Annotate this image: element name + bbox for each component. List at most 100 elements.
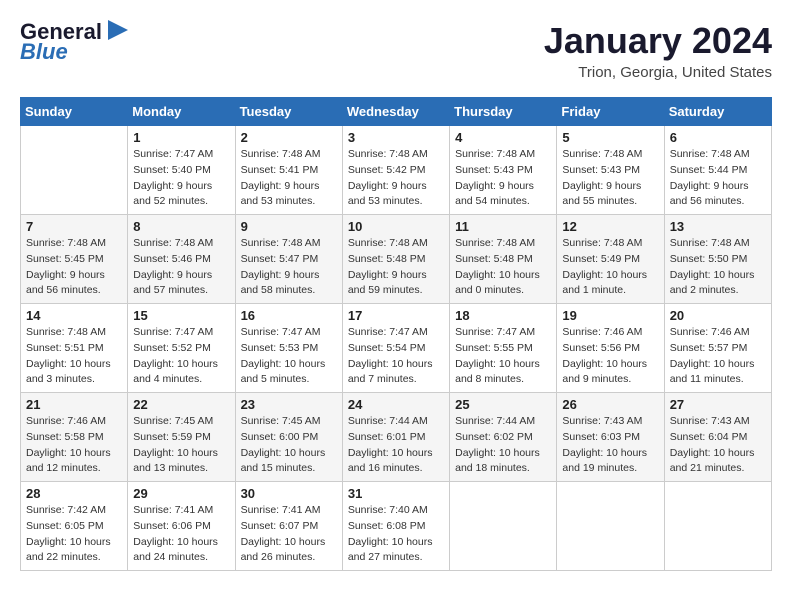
day-info: Sunrise: 7:48 AMSunset: 5:44 PMDaylight:… [670, 147, 766, 210]
day-number: 19 [562, 308, 658, 323]
day-number: 7 [26, 219, 122, 234]
calendar-cell: 25 Sunrise: 7:44 AMSunset: 6:02 PMDayligh… [450, 393, 557, 482]
calendar-cell: 28 Sunrise: 7:42 AMSunset: 6:05 PMDayligh… [21, 482, 128, 571]
weekday-header: Wednesday [342, 98, 449, 126]
calendar-cell: 21 Sunrise: 7:46 AMSunset: 5:58 PMDayligh… [21, 393, 128, 482]
calendar-cell: 23 Sunrise: 7:45 AMSunset: 6:00 PMDayligh… [235, 393, 342, 482]
calendar-cell [664, 482, 771, 571]
day-info: Sunrise: 7:48 AMSunset: 5:47 PMDaylight:… [241, 236, 337, 299]
calendar-cell: 8 Sunrise: 7:48 AMSunset: 5:46 PMDaylight… [128, 215, 235, 304]
day-number: 26 [562, 397, 658, 412]
day-info: Sunrise: 7:48 AMSunset: 5:43 PMDaylight:… [455, 147, 551, 210]
month-title: January 2024 [544, 20, 772, 62]
day-number: 20 [670, 308, 766, 323]
day-number: 4 [455, 130, 551, 145]
page-header: General Blue January 2024 Trion, Georgia… [20, 20, 772, 81]
day-number: 2 [241, 130, 337, 145]
calendar-cell: 18Sunrise: 7:47 AMSunset: 5:55 PMDayligh… [450, 304, 557, 393]
day-info: Sunrise: 7:46 AMSunset: 5:56 PMDaylight:… [562, 325, 658, 388]
day-number: 31 [348, 486, 444, 501]
day-info: Sunrise: 7:45 AMSunset: 5:59 PMDaylight:… [133, 414, 229, 477]
day-info: Sunrise: 7:46 AMSunset: 5:58 PMDaylight:… [26, 414, 122, 477]
day-info: Sunrise: 7:42 AMSunset: 6:05 PMDaylight:… [26, 503, 122, 566]
day-info: Sunrise: 7:47 AMSunset: 5:40 PMDaylight:… [133, 147, 229, 210]
calendar-header-row: SundayMondayTuesdayWednesdayThursdayFrid… [21, 98, 772, 126]
logo-arrow-icon [104, 16, 132, 44]
day-number: 15 [133, 308, 229, 323]
day-number: 9 [241, 219, 337, 234]
calendar-cell: 20 Sunrise: 7:46 AMSunset: 5:57 PMDayligh… [664, 304, 771, 393]
calendar-cell: 7 Sunrise: 7:48 AMSunset: 5:45 PMDaylight… [21, 215, 128, 304]
calendar-cell: 1Sunrise: 7:47 AMSunset: 5:40 PMDaylight… [128, 126, 235, 215]
calendar-cell: 27Sunrise: 7:43 AMSunset: 6:04 PMDayligh… [664, 393, 771, 482]
day-number: 3 [348, 130, 444, 145]
day-number: 30 [241, 486, 337, 501]
calendar-cell: 26 Sunrise: 7:43 AMSunset: 6:03 PMDayligh… [557, 393, 664, 482]
logo: General Blue [20, 20, 132, 64]
calendar-cell: 4 Sunrise: 7:48 AMSunset: 5:43 PMDaylight… [450, 126, 557, 215]
day-info: Sunrise: 7:45 AMSunset: 6:00 PMDaylight:… [241, 414, 337, 477]
day-info: Sunrise: 7:48 AMSunset: 5:51 PMDaylight:… [26, 325, 122, 388]
calendar-cell: 31 Sunrise: 7:40 AMSunset: 6:08 PMDayligh… [342, 482, 449, 571]
calendar-cell [450, 482, 557, 571]
day-info: Sunrise: 7:48 AMSunset: 5:50 PMDaylight:… [670, 236, 766, 299]
calendar-cell [557, 482, 664, 571]
weekday-header: Saturday [664, 98, 771, 126]
day-number: 10 [348, 219, 444, 234]
day-info: Sunrise: 7:43 AMSunset: 6:04 PMDaylight:… [670, 414, 766, 477]
day-number: 22 [133, 397, 229, 412]
day-info: Sunrise: 7:48 AMSunset: 5:43 PMDaylight:… [562, 147, 658, 210]
title-block: January 2024 Trion, Georgia, United Stat… [544, 20, 772, 81]
weekday-header: Tuesday [235, 98, 342, 126]
calendar-cell: 14Sunrise: 7:48 AMSunset: 5:51 PMDayligh… [21, 304, 128, 393]
calendar-cell: 12Sunrise: 7:48 AMSunset: 5:49 PMDayligh… [557, 215, 664, 304]
day-info: Sunrise: 7:48 AMSunset: 5:48 PMDaylight:… [455, 236, 551, 299]
day-info: Sunrise: 7:48 AMSunset: 5:42 PMDaylight:… [348, 147, 444, 210]
calendar-cell: 3 Sunrise: 7:48 AMSunset: 5:42 PMDaylight… [342, 126, 449, 215]
day-number: 17 [348, 308, 444, 323]
day-info: Sunrise: 7:44 AMSunset: 6:01 PMDaylight:… [348, 414, 444, 477]
day-number: 13 [670, 219, 766, 234]
calendar-cell [21, 126, 128, 215]
day-info: Sunrise: 7:43 AMSunset: 6:03 PMDaylight:… [562, 414, 658, 477]
day-number: 21 [26, 397, 122, 412]
weekday-header: Thursday [450, 98, 557, 126]
weekday-header: Friday [557, 98, 664, 126]
day-info: Sunrise: 7:48 AMSunset: 5:41 PMDaylight:… [241, 147, 337, 210]
calendar-week-row: 28 Sunrise: 7:42 AMSunset: 6:05 PMDayligh… [21, 482, 772, 571]
day-info: Sunrise: 7:40 AMSunset: 6:08 PMDaylight:… [348, 503, 444, 566]
day-info: Sunrise: 7:48 AMSunset: 5:49 PMDaylight:… [562, 236, 658, 299]
calendar-cell: 29Sunrise: 7:41 AMSunset: 6:06 PMDayligh… [128, 482, 235, 571]
calendar-cell: 24 Sunrise: 7:44 AMSunset: 6:01 PMDayligh… [342, 393, 449, 482]
day-info: Sunrise: 7:48 AMSunset: 5:46 PMDaylight:… [133, 236, 229, 299]
calendar-cell: 5Sunrise: 7:48 AMSunset: 5:43 PMDaylight… [557, 126, 664, 215]
calendar-week-row: 14Sunrise: 7:48 AMSunset: 5:51 PMDayligh… [21, 304, 772, 393]
calendar-week-row: 1Sunrise: 7:47 AMSunset: 5:40 PMDaylight… [21, 126, 772, 215]
day-info: Sunrise: 7:44 AMSunset: 6:02 PMDaylight:… [455, 414, 551, 477]
day-info: Sunrise: 7:47 AMSunset: 5:54 PMDaylight:… [348, 325, 444, 388]
day-info: Sunrise: 7:47 AMSunset: 5:53 PMDaylight:… [241, 325, 337, 388]
calendar-cell: 13 Sunrise: 7:48 AMSunset: 5:50 PMDayligh… [664, 215, 771, 304]
day-info: Sunrise: 7:46 AMSunset: 5:57 PMDaylight:… [670, 325, 766, 388]
calendar-table: SundayMondayTuesdayWednesdayThursdayFrid… [20, 97, 772, 571]
calendar-cell: 2 Sunrise: 7:48 AMSunset: 5:41 PMDaylight… [235, 126, 342, 215]
day-info: Sunrise: 7:47 AMSunset: 5:52 PMDaylight:… [133, 325, 229, 388]
day-number: 28 [26, 486, 122, 501]
day-info: Sunrise: 7:41 AMSunset: 6:06 PMDaylight:… [133, 503, 229, 566]
location: Trion, Georgia, United States [544, 64, 772, 81]
weekday-header: Monday [128, 98, 235, 126]
calendar-week-row: 7 Sunrise: 7:48 AMSunset: 5:45 PMDaylight… [21, 215, 772, 304]
day-number: 6 [670, 130, 766, 145]
day-number: 23 [241, 397, 337, 412]
day-info: Sunrise: 7:47 AMSunset: 5:55 PMDaylight:… [455, 325, 551, 388]
day-number: 24 [348, 397, 444, 412]
day-number: 25 [455, 397, 551, 412]
day-number: 8 [133, 219, 229, 234]
calendar-cell: 22 Sunrise: 7:45 AMSunset: 5:59 PMDayligh… [128, 393, 235, 482]
weekday-header: Sunday [21, 98, 128, 126]
day-info: Sunrise: 7:48 AMSunset: 5:48 PMDaylight:… [348, 236, 444, 299]
day-info: Sunrise: 7:48 AMSunset: 5:45 PMDaylight:… [26, 236, 122, 299]
calendar-cell: 19 Sunrise: 7:46 AMSunset: 5:56 PMDayligh… [557, 304, 664, 393]
calendar-cell: 17 Sunrise: 7:47 AMSunset: 5:54 PMDayligh… [342, 304, 449, 393]
calendar-cell: 9 Sunrise: 7:48 AMSunset: 5:47 PMDaylight… [235, 215, 342, 304]
